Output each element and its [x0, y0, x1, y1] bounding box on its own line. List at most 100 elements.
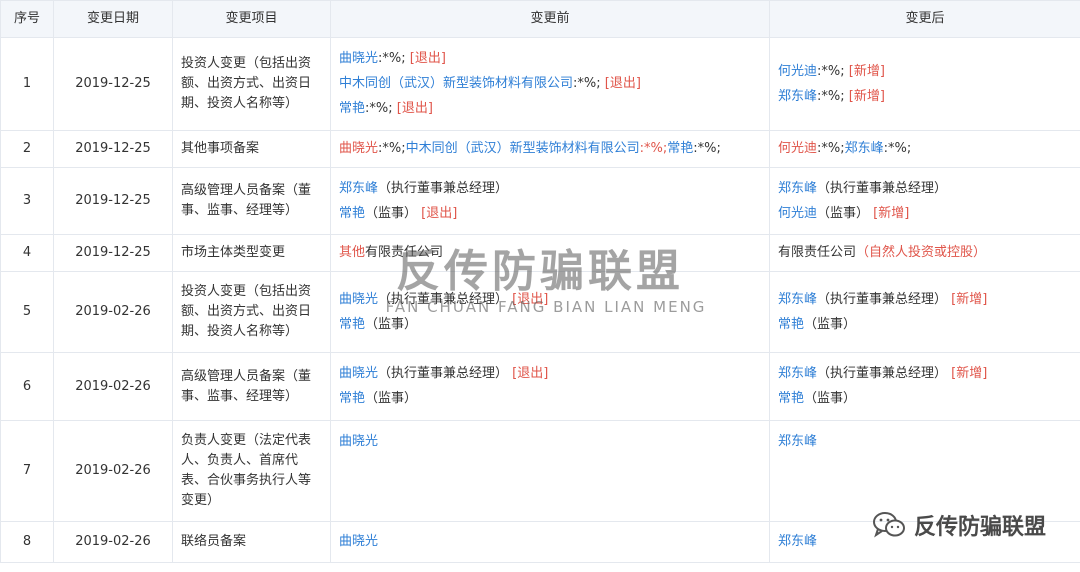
- row-date: 2019-12-25: [53, 234, 173, 272]
- status-tag: 曲晓光: [339, 141, 379, 156]
- change-text: （执行董事兼总经理）: [817, 291, 948, 307]
- entity-link[interactable]: 常艳: [778, 317, 804, 332]
- status-tag: [退出]: [409, 51, 446, 66]
- change-line: 何光迪:*%; [新增]: [778, 62, 1072, 82]
- change-text: （监事）: [365, 205, 418, 221]
- entity-link[interactable]: 郑东峰: [845, 141, 884, 156]
- row-item: 高级管理人员备案（董事、监事、经理等）: [172, 352, 331, 421]
- status-tag: [退出]: [508, 366, 549, 381]
- change-line: 其他有限责任公司: [339, 243, 761, 263]
- row-after: 郑东峰（执行董事兼总经理） [新增] 常艳（监事）: [769, 271, 1080, 353]
- change-text: 有限责任公司: [365, 245, 444, 260]
- row-before: 曲晓光:*%; [退出] 中木同创（武汉）新型装饰材料有限公司:*%; [退出] 常…: [330, 37, 770, 131]
- row-item: 负责人变更（法定代表人、负责人、首席代表、合伙事务执行人等变更）: [172, 420, 331, 522]
- entity-link[interactable]: 郑东峰: [778, 434, 817, 449]
- status-tag: [退出]: [396, 101, 433, 116]
- account-name: 反传防骗联盟: [913, 515, 1046, 540]
- row-item: 高级管理人员备案（董事、监事、经理等）: [172, 167, 331, 235]
- entity-link[interactable]: 何光迪: [778, 206, 817, 221]
- row-date: 2019-12-25: [53, 130, 173, 168]
- row-index: 7: [0, 420, 54, 522]
- table-row: 3 2019-12-25 高级管理人员备案（董事、监事、经理等） 郑东峰（执行董…: [0, 167, 1080, 235]
- change-line: 郑东峰（执行董事兼总经理）: [339, 179, 761, 199]
- entity-link[interactable]: 曲晓光: [339, 434, 378, 449]
- change-text: :*%;: [378, 141, 406, 156]
- entity-link[interactable]: 曲晓光: [339, 534, 378, 549]
- entity-link[interactable]: 郑东峰: [339, 181, 378, 196]
- change-line: 常艳（监事） [退出]: [339, 204, 761, 224]
- change-text: （执行董事兼总经理）: [817, 180, 948, 196]
- row-item: 联络员备案: [172, 521, 331, 563]
- entity-link[interactable]: 郑东峰: [778, 292, 817, 307]
- header-after: 变更后: [769, 0, 1080, 38]
- entity-link[interactable]: 常艳: [339, 391, 365, 406]
- header-before: 变更前: [330, 0, 770, 38]
- entity-link[interactable]: 常艳: [667, 141, 693, 156]
- entity-link[interactable]: 常艳: [778, 391, 804, 406]
- change-record-table: 序号 变更日期 变更项目 变更前 变更后 1 2019-12-25 投资人变更（…: [0, 0, 1080, 563]
- entity-link[interactable]: 曲晓光: [339, 292, 378, 307]
- row-after: 郑东峰: [769, 420, 1080, 522]
- row-index: 5: [0, 271, 54, 353]
- change-line: 常艳:*%; [退出]: [339, 99, 761, 119]
- header-item: 变更项目: [172, 0, 331, 38]
- row-before: 其他有限责任公司: [330, 234, 770, 272]
- status-tag: 其他: [339, 245, 366, 260]
- row-after: 郑东峰（执行董事兼总经理） [新增] 常艳（监事）: [769, 352, 1080, 421]
- change-line: 何光迪:*%;郑东峰:*%;: [778, 139, 1072, 159]
- table-row: 7 2019-02-26 负责人变更（法定代表人、负责人、首席代表、合伙事务执行…: [0, 420, 1080, 522]
- change-line: 常艳（监事）: [339, 315, 761, 335]
- change-text: :*%;: [817, 141, 845, 156]
- entity-link[interactable]: 郑东峰: [778, 181, 817, 196]
- change-text: :*%;: [365, 101, 397, 116]
- status-tag: [新增]: [869, 205, 910, 221]
- change-text: （监事）: [804, 316, 857, 332]
- entity-link[interactable]: 曲晓光: [339, 51, 378, 66]
- change-text: 有限责任公司: [778, 245, 857, 260]
- entity-link[interactable]: 曲晓光: [339, 366, 378, 381]
- change-text: （执行董事兼总经理）: [817, 366, 948, 381]
- change-text: :*%;: [883, 141, 912, 156]
- status-tag: [新增]: [848, 63, 885, 79]
- change-text: （监事）: [817, 205, 870, 221]
- status-tag: [退出]: [417, 205, 458, 221]
- entity-link[interactable]: 郑东峰: [778, 534, 817, 549]
- entity-link[interactable]: 郑东峰: [778, 366, 817, 381]
- row-before: 曲晓光（执行董事兼总经理） [退出] 常艳（监事）: [330, 271, 770, 353]
- row-item: 其他事项备案: [172, 130, 331, 168]
- change-text: （监事）: [365, 391, 418, 406]
- table-row: 1 2019-12-25 投资人变更（包括出资额、出资方式、出资日期、投资人名称…: [0, 37, 1080, 131]
- entity-link[interactable]: 常艳: [339, 206, 365, 221]
- entity-link[interactable]: 常艳: [339, 101, 365, 116]
- row-item: 投资人变更（包括出资额、出资方式、出资日期、投资人名称等）: [172, 37, 331, 131]
- row-before: 曲晓光（执行董事兼总经理） [退出] 常艳（监事）: [330, 352, 770, 421]
- row-before: 曲晓光: [330, 521, 770, 563]
- entity-link[interactable]: 常艳: [339, 317, 365, 332]
- change-line: 常艳（监事）: [339, 389, 761, 409]
- change-line: 郑东峰（执行董事兼总经理）: [778, 179, 1072, 199]
- change-line: 有限责任公司（自然人投资或控股）: [778, 243, 1072, 263]
- table-row: 4 2019-12-25 市场主体类型变更 其他有限责任公司 有限责任公司（自然…: [0, 234, 1080, 272]
- row-date: 2019-12-25: [53, 167, 173, 235]
- change-text: （监事）: [365, 316, 418, 332]
- change-line: 曲晓光:*%; [退出]: [339, 49, 761, 69]
- row-index: 1: [0, 37, 54, 131]
- row-index: 3: [0, 167, 54, 235]
- status-tag: 何光迪: [778, 141, 818, 156]
- row-date: 2019-02-26: [53, 271, 173, 353]
- change-line: 郑东峰（执行董事兼总经理） [新增]: [778, 364, 1072, 384]
- row-after: 郑东峰（执行董事兼总经理） 何光迪（监事） [新增]: [769, 167, 1080, 235]
- entity-link[interactable]: 中木同创（武汉）新型装饰材料有限公司: [406, 141, 640, 156]
- row-after: 何光迪:*%;郑东峰:*%;: [769, 130, 1080, 168]
- change-text: （执行董事兼总经理）: [378, 180, 509, 196]
- change-line: 曲晓光: [339, 532, 761, 552]
- row-index: 8: [0, 521, 54, 563]
- entity-link[interactable]: 中木同创（武汉）新型装饰材料有限公司: [339, 76, 573, 91]
- change-line: 曲晓光: [339, 432, 761, 452]
- change-line: 曲晓光（执行董事兼总经理） [退出]: [339, 290, 761, 310]
- row-after: 有限责任公司（自然人投资或控股）: [769, 234, 1080, 272]
- entity-link[interactable]: 何光迪: [778, 64, 817, 79]
- status-tag: （自然人投资或控股）: [856, 245, 987, 260]
- row-index: 6: [0, 352, 54, 421]
- entity-link[interactable]: 郑东峰: [778, 89, 817, 104]
